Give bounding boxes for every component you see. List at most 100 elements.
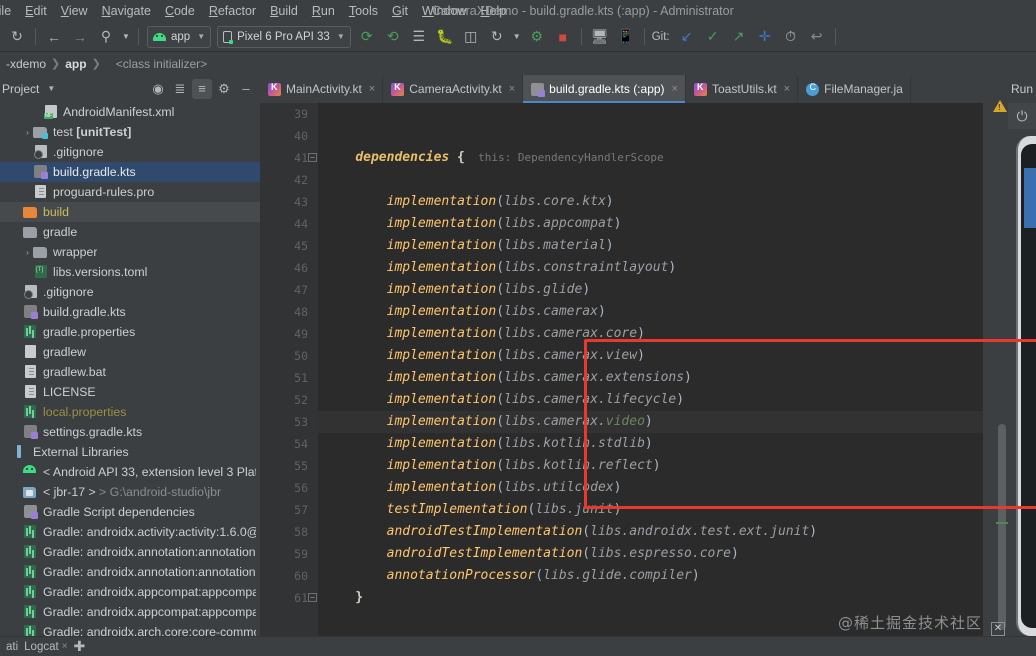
tab-toastutils-kt[interactable]: ToastUtils.kt× xyxy=(686,75,798,103)
line-number[interactable]: 56 xyxy=(260,477,318,499)
module-selector[interactable]: app ▼ xyxy=(147,26,211,48)
git-push-icon[interactable]: ↗ xyxy=(727,25,751,49)
project-tree[interactable]: AndroidManifest.xml›test [unitTest].giti… xyxy=(0,102,260,636)
line-number[interactable]: 41− xyxy=(260,147,318,169)
tree-item[interactable]: build.gradle.kts xyxy=(0,302,260,322)
tab-close-icon[interactable]: × xyxy=(672,83,678,95)
plus-icon[interactable]: ✚ xyxy=(74,638,86,655)
warning-triangle-icon[interactable] xyxy=(993,100,1007,112)
menu-item-build[interactable]: Build xyxy=(263,0,305,22)
line-number[interactable]: 53 xyxy=(260,411,318,433)
code-line[interactable]: implementation(libs.kotlin.stdlib) xyxy=(318,433,1036,455)
line-number[interactable]: 43 xyxy=(260,191,318,213)
code-line[interactable]: implementation(libs.camerax.extensions) xyxy=(318,367,1036,389)
tab-mainactivity-kt[interactable]: MainActivity.kt× xyxy=(260,75,383,103)
menu-item-run[interactable]: Run xyxy=(305,0,342,22)
chevron-down-icon[interactable]: ▼ xyxy=(47,84,55,93)
device-selector[interactable]: Pixel 6 Pro API 33 ▼ xyxy=(217,26,351,48)
minimize-icon[interactable]: – xyxy=(236,79,256,99)
tree-item[interactable]: AndroidManifest.xml xyxy=(0,102,260,122)
project-panel-title[interactable]: Project xyxy=(2,82,39,96)
code-line[interactable]: annotationProcessor(libs.glide.compiler) xyxy=(318,565,1036,587)
tab-filemanager-ja[interactable]: FileManager.ja xyxy=(798,75,911,103)
tree-item[interactable]: Gradle: androidx.annotation:annotation xyxy=(0,562,260,582)
line-number[interactable]: 54 xyxy=(260,433,318,455)
tree-item[interactable]: Gradle: androidx.arch.core:core-commo xyxy=(0,622,260,636)
code-line[interactable]: implementation(libs.kotlin.reflect) xyxy=(318,455,1036,477)
editor-gutter[interactable]: 394041−424344454647484950515253545556575… xyxy=(260,103,318,656)
code-line[interactable]: implementation(libs.glide) xyxy=(318,279,1036,301)
attach-debugger-icon[interactable]: ◫ xyxy=(459,25,483,49)
tree-item[interactable]: gradle.properties xyxy=(0,322,260,342)
tab-close-icon[interactable]: × xyxy=(369,83,375,95)
debug-icon[interactable]: 🐛 xyxy=(433,25,457,49)
recent-files-icon[interactable]: ⚲ xyxy=(94,25,118,49)
tree-item[interactable]: build.gradle.kts xyxy=(0,162,260,182)
line-number[interactable]: 58 xyxy=(260,521,318,543)
gear-icon[interactable]: ⚙ xyxy=(214,79,234,99)
tree-item[interactable]: settings.gradle.kts xyxy=(0,422,260,442)
menu-item-file[interactable]: File xyxy=(0,0,18,22)
tree-item[interactable]: build xyxy=(0,202,260,222)
tree-item[interactable]: External Libraries xyxy=(0,442,260,462)
tab-build-gradle-kts-app[interactable]: build.gradle.kts (:app)× xyxy=(523,75,686,103)
code-line[interactable]: androidTestImplementation(libs.androidx.… xyxy=(318,521,1036,543)
collapse-all-icon[interactable]: ≣ xyxy=(170,79,190,99)
line-number[interactable]: 40 xyxy=(260,125,318,147)
tree-item[interactable]: Gradle: androidx.appcompat:appcompa xyxy=(0,582,260,602)
line-number[interactable]: 59 xyxy=(260,543,318,565)
code-line[interactable]: dependencies { this: DependencyHandlerSc… xyxy=(318,147,1036,169)
tab-close-icon[interactable]: × xyxy=(784,83,790,95)
tree-item[interactable]: proguard-rules.pro xyxy=(0,182,260,202)
tree-item[interactable]: local.properties xyxy=(0,402,260,422)
close-icon[interactable]: × xyxy=(62,641,68,652)
code-line[interactable]: implementation(libs.material) xyxy=(318,235,1036,257)
line-number[interactable]: 60 xyxy=(260,565,318,587)
tab-cameraactivity-kt[interactable]: CameraActivity.kt× xyxy=(383,75,523,103)
profile-icon[interactable]: ↻ xyxy=(485,25,509,49)
line-number[interactable]: 44 xyxy=(260,213,318,235)
code-fold-icon[interactable]: − xyxy=(308,153,317,162)
bottom-tab-logcat[interactable]: Logcat× xyxy=(24,641,67,653)
tree-item[interactable]: < jbr-17 > > G:\android-studio\jbr xyxy=(0,482,260,502)
code-line[interactable]: implementation(libs.appcompat) xyxy=(318,213,1036,235)
code-line[interactable]: implementation(libs.camerax.core) xyxy=(318,323,1036,345)
code-line[interactable]: } xyxy=(318,587,1036,609)
line-number[interactable]: 42 xyxy=(260,169,318,191)
expand-settings-icon[interactable]: ≡ xyxy=(192,79,212,99)
code-line[interactable]: implementation(libs.camerax) xyxy=(318,301,1036,323)
line-number[interactable]: 55 xyxy=(260,455,318,477)
build-icon[interactable]: ☰ xyxy=(407,25,431,49)
tab-close-icon[interactable]: × xyxy=(509,83,515,95)
close-icon[interactable]: ✕ xyxy=(991,622,1005,636)
breadcrumb-item-0[interactable]: -xdemo xyxy=(2,57,50,71)
line-number[interactable]: 39 xyxy=(260,103,318,125)
menu-item-git[interactable]: Git xyxy=(385,0,415,22)
line-number[interactable]: 51 xyxy=(260,367,318,389)
line-number[interactable]: 61− xyxy=(260,587,318,609)
recent-files-dropdown-icon[interactable]: ▼ xyxy=(120,25,132,49)
line-number[interactable]: 57 xyxy=(260,499,318,521)
code-line[interactable]: testImplementation(libs.junit) xyxy=(318,499,1036,521)
tree-item[interactable]: gradle xyxy=(0,222,260,242)
code-line[interactable]: androidTestImplementation(libs.espresso.… xyxy=(318,543,1036,565)
tree-item[interactable]: gradlew xyxy=(0,342,260,362)
breadcrumb-item-1[interactable]: app xyxy=(61,57,90,71)
line-number[interactable]: 46 xyxy=(260,257,318,279)
menu-item-refactor[interactable]: Refactor xyxy=(202,0,263,22)
avd-manager-icon[interactable]: 🖥 xyxy=(588,25,612,49)
device-manager-icon[interactable]: 📱 xyxy=(614,25,638,49)
tree-item[interactable]: .gitignore xyxy=(0,142,260,162)
tree-item[interactable]: Gradle Script dependencies xyxy=(0,502,260,522)
power-icon[interactable]: ⏻ xyxy=(1008,103,1036,129)
profile-dropdown-icon[interactable]: ▼ xyxy=(511,25,523,49)
code-line[interactable]: implementation(libs.utilcodex) xyxy=(318,477,1036,499)
tab-run[interactable]: Run xyxy=(1008,75,1036,103)
locate-icon[interactable]: ◉ xyxy=(148,79,168,99)
git-rollback-icon[interactable]: ↩ xyxy=(805,25,829,49)
sync-icon[interactable]: ↻ xyxy=(5,25,29,49)
breadcrumb-item-2[interactable]: <class initializer> xyxy=(102,57,211,71)
line-number[interactable]: 45 xyxy=(260,235,318,257)
git-branch-icon[interactable]: ✛ xyxy=(753,25,777,49)
tree-item[interactable]: LICENSE xyxy=(0,382,260,402)
